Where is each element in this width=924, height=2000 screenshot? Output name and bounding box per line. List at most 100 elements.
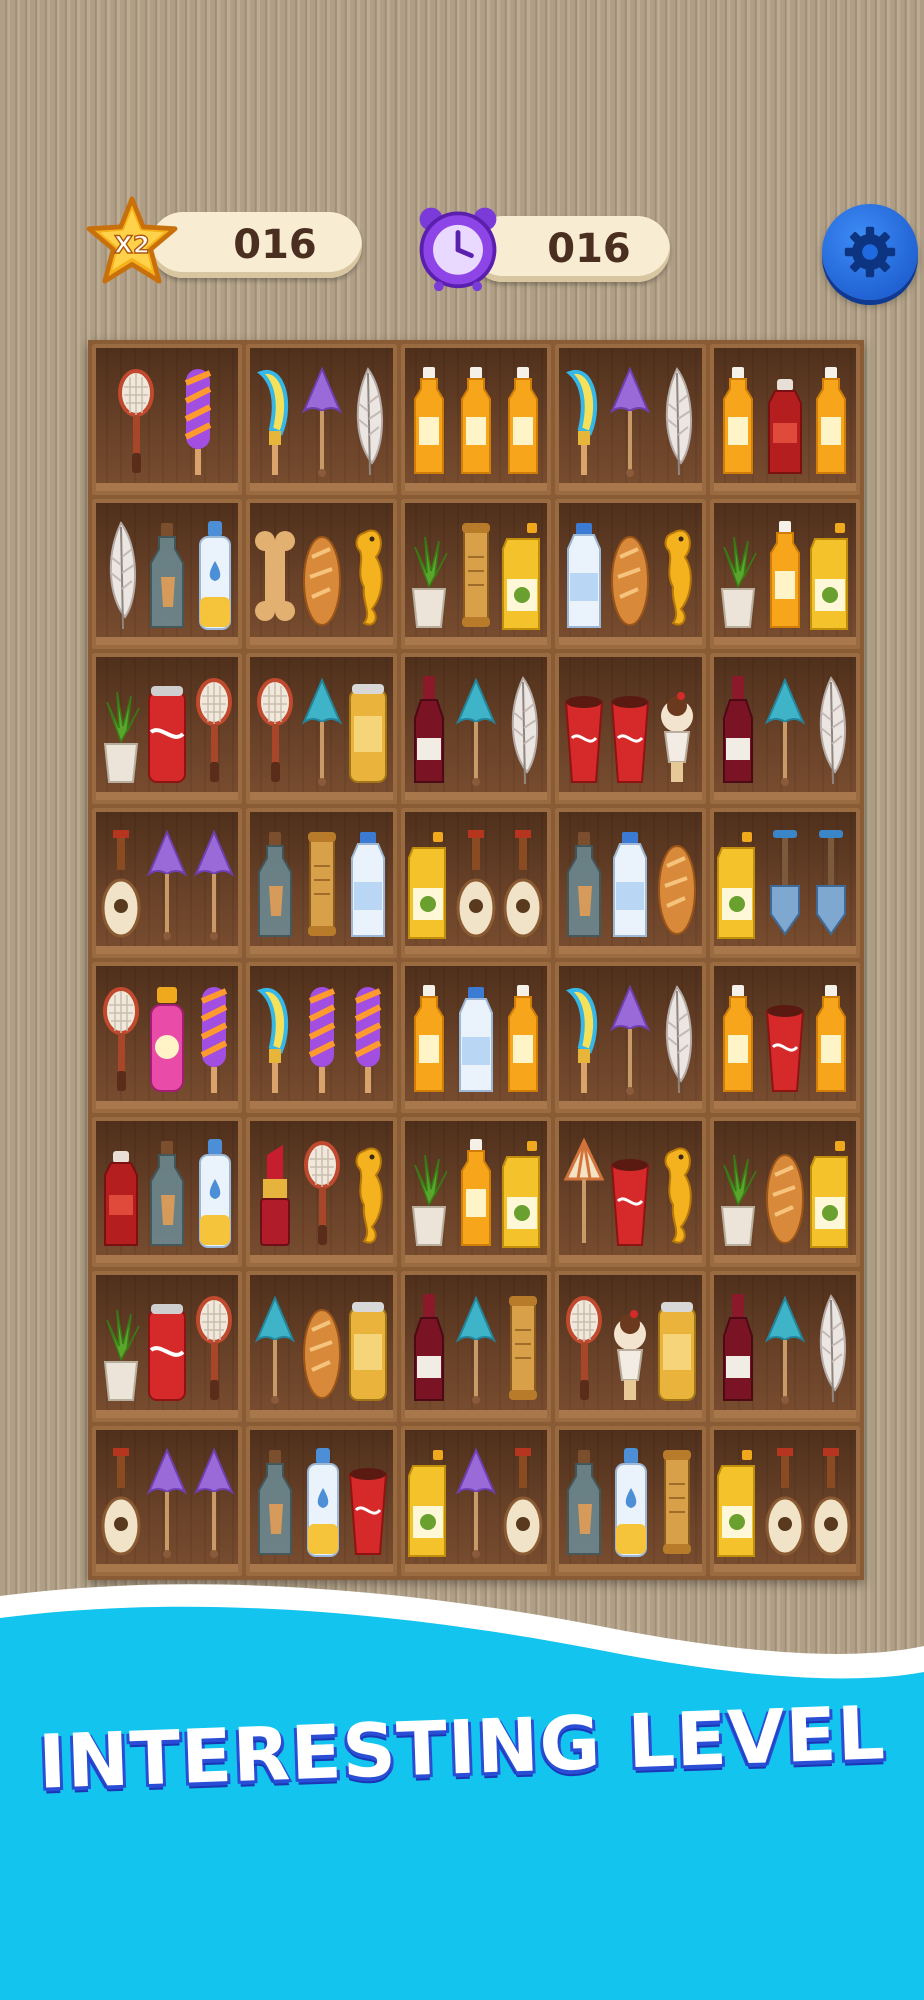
oil-icon[interactable] (501, 517, 545, 635)
bone-icon[interactable] (253, 517, 297, 635)
beer-can-icon[interactable] (346, 1290, 390, 1408)
banana-icon[interactable] (253, 981, 297, 1099)
cola-cup-icon[interactable] (763, 981, 807, 1099)
umbrella-purple-icon[interactable] (145, 1444, 189, 1562)
juice-icon[interactable] (501, 363, 545, 481)
soda-can-icon[interactable] (145, 672, 189, 790)
plant-icon[interactable] (407, 517, 451, 635)
lute-icon[interactable] (99, 1444, 143, 1562)
plant-icon[interactable] (407, 1135, 451, 1253)
lute-icon[interactable] (809, 1444, 853, 1562)
seahorse-icon[interactable] (346, 517, 390, 635)
juice-icon[interactable] (716, 363, 760, 481)
plant-icon[interactable] (716, 517, 760, 635)
wine-icon[interactable] (407, 1290, 451, 1408)
popsicle-icon[interactable] (346, 981, 390, 1099)
juice-icon[interactable] (501, 981, 545, 1099)
juice-icon[interactable] (454, 363, 498, 481)
ketchup-icon[interactable] (99, 1135, 143, 1253)
oil-icon[interactable] (407, 826, 451, 944)
popsicle-icon[interactable] (300, 981, 344, 1099)
bottle-ship-icon[interactable] (253, 826, 297, 944)
ice-cream-icon[interactable] (608, 1290, 652, 1408)
juice-icon[interactable] (809, 363, 853, 481)
umbrella-purple-icon[interactable] (608, 363, 652, 481)
juice-icon[interactable] (763, 517, 807, 635)
lotion-icon[interactable] (608, 1444, 652, 1562)
popsicle-icon[interactable] (176, 363, 220, 481)
lotion-icon[interactable] (300, 1444, 344, 1562)
cola-cup-icon[interactable] (346, 1444, 390, 1562)
racket-icon[interactable] (300, 1135, 344, 1253)
lute-icon[interactable] (501, 826, 545, 944)
umbrella-purple-icon[interactable] (300, 363, 344, 481)
cola-cup-icon[interactable] (562, 672, 606, 790)
bread-icon[interactable] (608, 517, 652, 635)
banana-icon[interactable] (253, 363, 297, 481)
milk-icon[interactable] (346, 826, 390, 944)
wine-icon[interactable] (407, 672, 451, 790)
bottle-ship-icon[interactable] (145, 1135, 189, 1253)
racket-icon[interactable] (253, 672, 297, 790)
umbrella-teal-icon[interactable] (763, 672, 807, 790)
umbrella-purple-icon[interactable] (192, 1444, 236, 1562)
juice-icon[interactable] (454, 1135, 498, 1253)
bottle-ship-icon[interactable] (253, 1444, 297, 1562)
beer-can-icon[interactable] (655, 1290, 699, 1408)
lipstick-icon[interactable] (253, 1135, 297, 1253)
feather-icon[interactable] (99, 517, 143, 635)
jelly-jar-icon[interactable] (145, 981, 189, 1099)
racket-icon[interactable] (114, 363, 158, 481)
scroll-icon[interactable] (454, 517, 498, 635)
lute-icon[interactable] (454, 826, 498, 944)
oil-icon[interactable] (501, 1135, 545, 1253)
feather-icon[interactable] (501, 672, 545, 790)
umbrella-purple-icon[interactable] (192, 826, 236, 944)
umbrella-teal-icon[interactable] (300, 672, 344, 790)
settings-button[interactable] (822, 204, 918, 300)
ketchup-icon[interactable] (763, 363, 807, 481)
shovel-icon[interactable] (763, 826, 807, 944)
wine-icon[interactable] (716, 1290, 760, 1408)
milk-icon[interactable] (608, 826, 652, 944)
ice-cream-icon[interactable] (655, 672, 699, 790)
umbrella-teal-icon[interactable] (763, 1290, 807, 1408)
bread-icon[interactable] (763, 1135, 807, 1253)
banana-icon[interactable] (562, 981, 606, 1099)
oil-icon[interactable] (809, 517, 853, 635)
oil-icon[interactable] (407, 1444, 451, 1562)
umbrella-purple-icon[interactable] (145, 826, 189, 944)
soda-can-icon[interactable] (145, 1290, 189, 1408)
oil-icon[interactable] (809, 1135, 853, 1253)
scroll-icon[interactable] (501, 1290, 545, 1408)
lute-icon[interactable] (763, 1444, 807, 1562)
lotion-icon[interactable] (192, 517, 236, 635)
feather-icon[interactable] (809, 672, 853, 790)
feather-icon[interactable] (655, 363, 699, 481)
seahorse-icon[interactable] (655, 1135, 699, 1253)
seahorse-icon[interactable] (346, 1135, 390, 1253)
juice-icon[interactable] (809, 981, 853, 1099)
wine-icon[interactable] (716, 672, 760, 790)
plant-icon[interactable] (99, 672, 143, 790)
beer-can-icon[interactable] (346, 672, 390, 790)
seahorse-icon[interactable] (655, 517, 699, 635)
feather-icon[interactable] (346, 363, 390, 481)
milk-icon[interactable] (562, 517, 606, 635)
racket-icon[interactable] (192, 1290, 236, 1408)
scroll-icon[interactable] (300, 826, 344, 944)
feather-icon[interactable] (809, 1290, 853, 1408)
juice-icon[interactable] (407, 363, 451, 481)
lute-icon[interactable] (99, 826, 143, 944)
shovel-icon[interactable] (809, 826, 853, 944)
bottle-ship-icon[interactable] (145, 517, 189, 635)
umbrella-teal-icon[interactable] (253, 1290, 297, 1408)
cola-cup-icon[interactable] (608, 672, 652, 790)
racket-icon[interactable] (562, 1290, 606, 1408)
popsicle-icon[interactable] (192, 981, 236, 1099)
umbrella-beach-icon[interactable] (562, 1135, 606, 1253)
racket-icon[interactable] (192, 672, 236, 790)
oil-icon[interactable] (716, 826, 760, 944)
racket-icon[interactable] (99, 981, 143, 1099)
scroll-icon[interactable] (655, 1444, 699, 1562)
